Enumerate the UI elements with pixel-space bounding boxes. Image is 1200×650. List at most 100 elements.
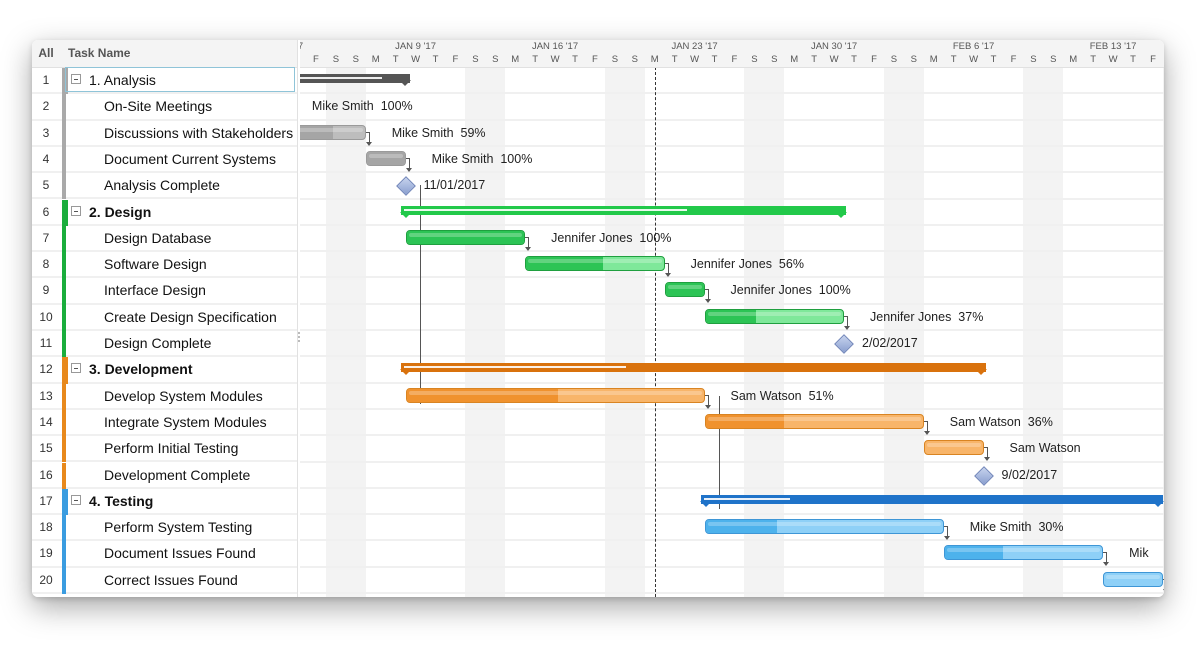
collapse-toggle-icon[interactable]: [71, 494, 81, 505]
day-label: T: [572, 54, 578, 65]
task-name[interactable]: Integrate System Modules: [104, 410, 267, 434]
task-bar[interactable]: [664, 282, 705, 298]
week-label: FEB 13 '17: [1089, 41, 1137, 52]
row-number: 6: [42, 204, 50, 219]
group-color-stripe: [62, 436, 66, 463]
task-bar[interactable]: [405, 229, 526, 245]
milestone-date-label: 9/02/2017: [1001, 467, 1058, 482]
task-name[interactable]: Interface Design: [104, 278, 206, 302]
summary-bar[interactable]: [399, 363, 987, 376]
arrow-head: [983, 457, 990, 462]
select-all-header[interactable]: All: [32, 40, 60, 67]
group-color-stripe: [62, 94, 66, 121]
arrow-head: [1162, 588, 1164, 593]
task-row[interactable]: 14 Integrate System Modules: [32, 409, 297, 437]
progress-percent: 36%: [1027, 414, 1053, 429]
row-number: 10: [39, 309, 53, 324]
task-name[interactable]: Document Issues Found: [104, 541, 256, 565]
row-gridline: [300, 118, 1164, 121]
task-name[interactable]: Perform System Testing: [104, 515, 252, 539]
task-name[interactable]: Develop System Modules: [104, 384, 263, 408]
resource-name: Jennifer Jones: [551, 230, 633, 245]
resource-name: Mike Smith: [969, 520, 1032, 535]
arrow-head: [365, 141, 372, 146]
task-name[interactable]: Perform Initial Testing: [104, 436, 238, 460]
task-bar[interactable]: [405, 387, 705, 403]
task-row[interactable]: 12 3. Development: [32, 357, 297, 384]
task-row[interactable]: 8 Software Design: [32, 252, 297, 279]
task-row[interactable]: 5 Analysis Complete: [32, 173, 297, 200]
task-name[interactable]: Correct Issues Found: [104, 568, 238, 592]
task-row[interactable]: 16 Development Complete: [32, 462, 297, 489]
group-color-stripe: [62, 120, 66, 147]
task-bar[interactable]: [704, 519, 944, 535]
task-resource-label: Mike Smith 59%: [392, 126, 486, 140]
task-name[interactable]: 4. Testing: [89, 489, 153, 513]
arrow-head: [664, 273, 671, 278]
task-bar[interactable]: [704, 413, 924, 429]
task-row[interactable]: 2 On-Site Meetings: [32, 94, 297, 121]
task-resource-label: Mike Smith 30%: [970, 520, 1064, 534]
task-name[interactable]: Create Design Specification: [104, 305, 277, 329]
task-row[interactable]: 20 Correct Issues Found: [32, 567, 297, 594]
summary-bar[interactable]: [300, 74, 411, 86]
milestone-diamond[interactable]: [395, 176, 416, 197]
group-color-stripe: [62, 146, 66, 174]
task-name[interactable]: 1. Analysis: [89, 68, 156, 92]
task-name[interactable]: Analysis Complete: [104, 173, 220, 197]
summary-bar[interactable]: [399, 205, 848, 218]
task-name[interactable]: Software Design: [104, 252, 207, 276]
task-row[interactable]: 6 2. Design: [32, 199, 297, 226]
task-name[interactable]: 2. Design: [89, 200, 151, 224]
task-row[interactable]: 4 Document Current Systems: [32, 146, 297, 174]
collapse-toggle-icon[interactable]: [71, 205, 81, 216]
task-bar[interactable]: [923, 440, 984, 456]
summary-end-cap: [974, 369, 987, 376]
task-name[interactable]: Discussions with Stakeholders: [104, 121, 293, 145]
task-row[interactable]: 19 Document Issues Found: [32, 541, 297, 568]
task-row[interactable]: 1 1. Analysis: [32, 67, 297, 95]
row-gridline: [300, 460, 1164, 463]
task-name[interactable]: 3. Development: [89, 357, 192, 381]
resource-name: Mike Smith: [431, 151, 494, 166]
task-row[interactable]: 15 Perform Initial Testing: [32, 436, 297, 463]
task-name[interactable]: Design Complete: [104, 331, 211, 355]
progress-percent: 100%: [818, 283, 851, 298]
milestone-diamond[interactable]: [973, 465, 994, 486]
task-row[interactable]: 11 Design Complete: [32, 331, 297, 358]
bar-highlight: [707, 416, 921, 421]
progress-percent: 56%: [778, 257, 804, 272]
group-color-stripe: [62, 278, 66, 305]
task-name[interactable]: Design Database: [104, 226, 211, 250]
milestone-diamond[interactable]: [834, 334, 854, 354]
task-name[interactable]: Development Complete: [104, 463, 250, 487]
task-grid: All Task Name 1 1. Analysis 2 On-Site Meeti…: [32, 40, 298, 597]
task-name[interactable]: Document Current Systems: [104, 147, 276, 171]
collapse-toggle-icon[interactable]: [71, 363, 81, 374]
task-bar[interactable]: [525, 256, 665, 272]
day-label: S: [771, 54, 778, 65]
row-gridline: [300, 565, 1164, 568]
task-row[interactable]: 9 Interface Design: [32, 278, 297, 305]
summary-bar[interactable]: [699, 494, 1164, 507]
task-bar[interactable]: [1103, 571, 1163, 587]
task-row[interactable]: 7 Design Database: [32, 225, 297, 253]
task-row[interactable]: 17 4. Testing: [32, 488, 297, 516]
arrow-head: [704, 299, 711, 304]
row-gridline: [300, 276, 1164, 279]
row-number: 9: [42, 283, 50, 298]
day-label: S: [1050, 54, 1057, 65]
group-color-stripe: [62, 409, 66, 437]
task-row[interactable]: 3 Discussions with Stakeholders: [32, 120, 297, 147]
task-bar[interactable]: [365, 150, 406, 166]
progress-percent: 30%: [1038, 520, 1064, 535]
task-name[interactable]: On-Site Meetings: [104, 94, 212, 118]
task-bar[interactable]: [300, 124, 366, 140]
collapse-toggle-icon[interactable]: [71, 74, 81, 84]
task-bar[interactable]: [943, 545, 1104, 561]
task-row[interactable]: 10 Create Design Specification: [32, 304, 297, 331]
task-row[interactable]: 13 Develop System Modules: [32, 383, 297, 410]
task-bar[interactable]: [704, 308, 845, 324]
task-row[interactable]: 18 Perform System Testing: [32, 515, 297, 542]
task-name-column-header[interactable]: Task Name: [68, 40, 130, 67]
